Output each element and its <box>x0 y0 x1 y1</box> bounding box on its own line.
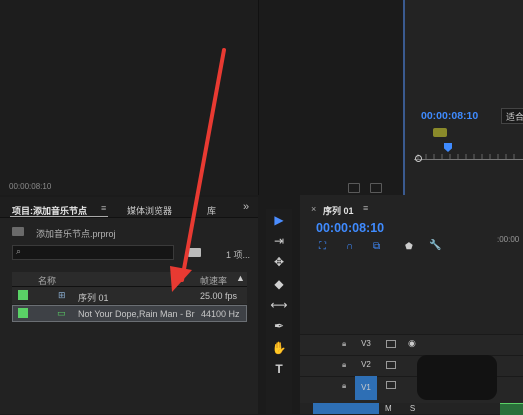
annotation-arrow-icon <box>170 48 226 292</box>
